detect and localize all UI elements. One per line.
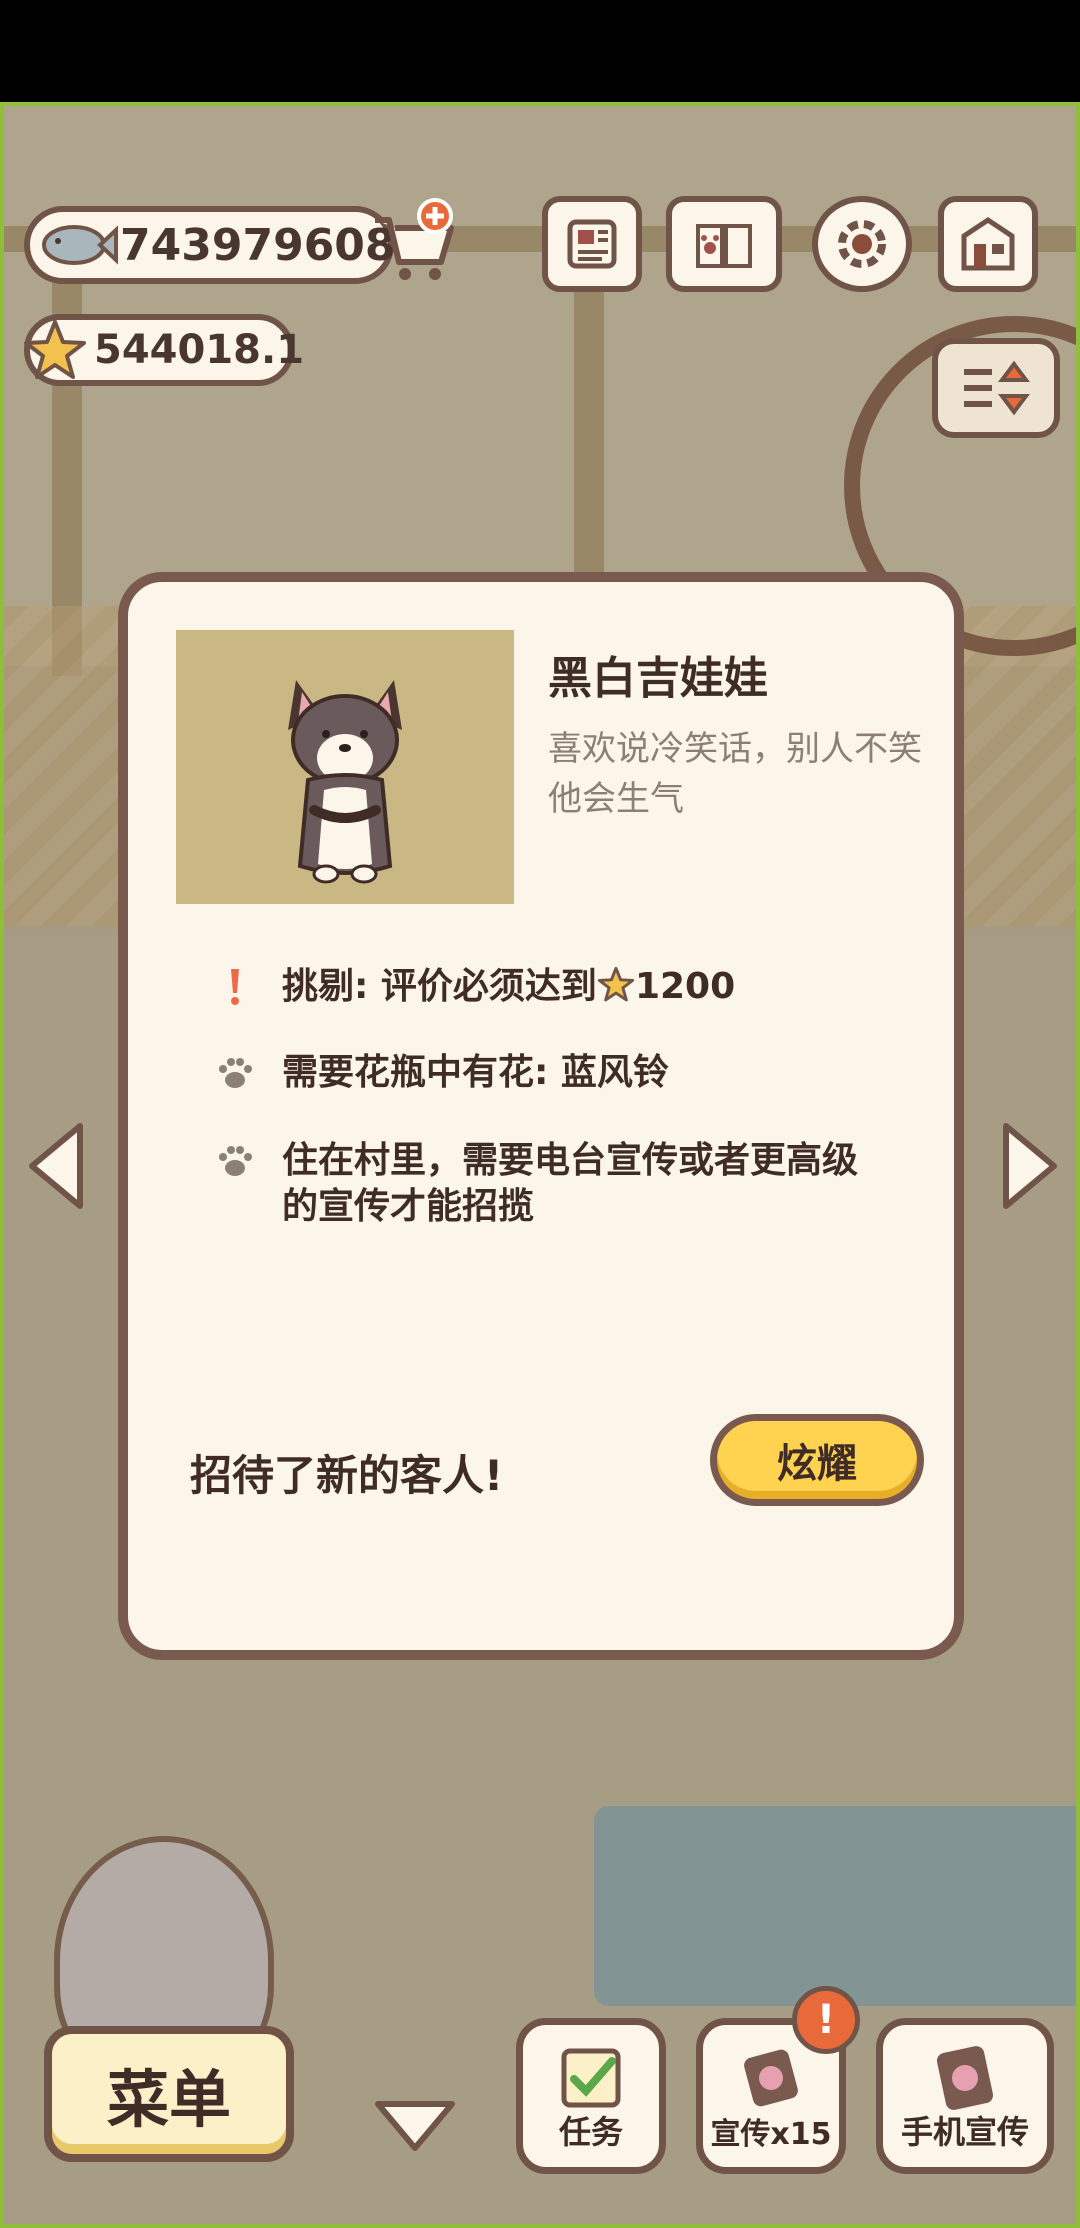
tasks-button[interactable]: 任务 [516,2018,666,2174]
star-icon [24,320,86,379]
alert-badge-text: ! [816,1997,836,2043]
newspaper-button[interactable] [542,196,642,292]
paw-book-icon [696,224,752,268]
customer-description: 喜欢说冷笑话，别人不笑他会生气 [548,729,922,819]
requirement-text: 需要花瓶中有花: 蓝风铃 [282,1052,669,1093]
status-bar [0,0,1080,102]
customer-portrait [176,630,514,904]
paw-icon [214,1138,256,1184]
newspaper-icon [567,219,617,269]
chihuahua-illustration [288,680,402,884]
menu-button[interactable]: 菜单 [44,2026,294,2162]
shop-building-button[interactable] [938,196,1038,292]
requirement-value: 1200 [634,966,736,1007]
requirement-item: 挑剔: 评价必须达到 1200 [214,964,735,1010]
requirement-item: 需要花瓶中有花: 蓝风铃 [214,1050,669,1096]
requirement-text: 住在村里，需要电台宣传或者更高级的宣传才能招揽 [282,1140,859,1227]
requirement-text: 挑剔: 评价必须达到 1200 [282,964,735,1010]
paw-book-button[interactable] [666,196,782,292]
fish-currency: 743979608 [24,206,396,284]
promo-card-icon [744,2049,798,2107]
star-rating-value: 544018.1 [94,327,305,373]
tasks-label: 任务 [558,2113,623,2151]
new-customer-dialog: 黑白吉娃娃 喜欢说冷笑话，别人不笑他会生气 挑剔: 评价必须达到 1200 需要花… [118,572,964,1660]
requirement-item: 住在村里，需要电台宣传或者更高级的宣传才能招揽 [214,1138,874,1230]
fish-icon [42,225,118,265]
checklist-icon [561,2048,621,2108]
scroll-left-arrow[interactable] [22,1116,92,1216]
star-icon [597,966,635,1002]
fish-count: 743979608 [120,219,396,271]
sort-arrows-icon [964,360,1030,416]
phone-promo-icon [936,2046,994,2110]
layout-toggle-button[interactable] [932,338,1060,438]
paw-icon [214,1050,256,1096]
alert-badge: ! [792,1986,860,2054]
star-rating: 544018.1 [24,314,304,386]
menu-label: 菜单 [106,2063,231,2136]
new-customer-message: 招待了新的客人! [190,1451,504,1500]
shop-icon [961,216,1015,271]
customer-name: 黑白吉娃娃 [548,653,768,704]
phone-promotion-label: 手机宣传 [900,2113,1029,2151]
scroll-right-arrow[interactable] [994,1116,1064,1216]
gear-icon [838,220,886,268]
show-off-label: 炫耀 [777,1441,857,1487]
exclamation-icon [214,964,256,1010]
show-off-button[interactable]: 炫耀 [710,1414,924,1506]
collapse-arrow[interactable] [370,2096,460,2156]
settings-button[interactable] [812,196,912,292]
promotion-label: 宣传x15 [710,2117,832,2152]
requirement-prefix: 挑剔: 评价必须达到 [282,966,597,1007]
shop-cart-button[interactable] [369,198,459,288]
phone-promotion-button[interactable]: 手机宣传 [876,2018,1054,2174]
